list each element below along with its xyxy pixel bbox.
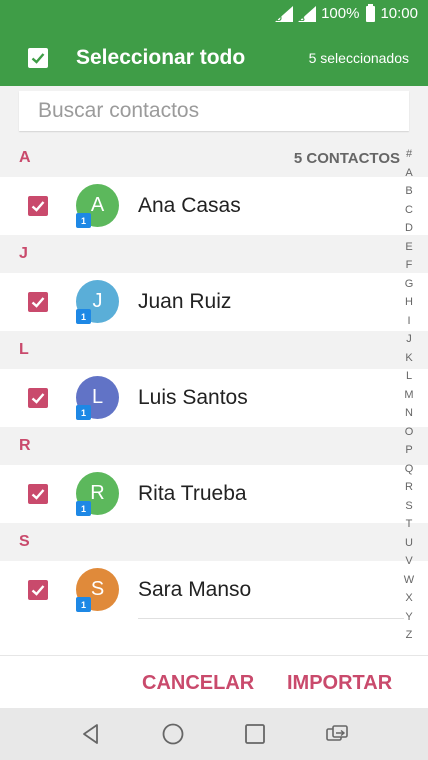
alphabet-index-item[interactable]: R [405, 478, 413, 497]
cancel-button[interactable]: CANCELAR [142, 672, 254, 695]
contact-checkbox[interactable] [28, 388, 48, 408]
recents-icon[interactable] [242, 721, 268, 747]
app-bar: Seleccionar todo 5 seleccionados [0, 30, 428, 86]
alphabet-index-item[interactable]: X [405, 589, 412, 608]
sim-badge: 1 [76, 405, 91, 420]
contact-checkbox[interactable] [28, 484, 48, 504]
alphabet-index-item[interactable]: C [405, 201, 413, 220]
alphabet-index-item[interactable]: O [405, 423, 414, 442]
section-letter: J [19, 245, 28, 262]
sim-badge: 1 [76, 501, 91, 516]
alphabet-index-item[interactable]: Z [406, 626, 413, 645]
alphabet-index-item[interactable]: L [406, 367, 412, 386]
alphabet-index-item[interactable]: Y [405, 608, 412, 627]
checkmark-icon [31, 297, 45, 308]
alphabet-index-item[interactable]: F [406, 256, 413, 275]
back-icon[interactable] [78, 721, 104, 747]
list-item[interactable]: S 1 Sara Manso [0, 561, 404, 619]
page-title[interactable]: Seleccionar todo [76, 46, 245, 70]
contact-checkbox[interactable] [28, 580, 48, 600]
contact-name: Rita Trueba [138, 482, 247, 505]
search-input[interactable] [19, 91, 409, 131]
alphabet-index-item[interactable]: I [407, 312, 410, 331]
signal-sim2-icon: B [298, 5, 317, 23]
alphabet-index-item[interactable]: B [405, 182, 412, 201]
navigation-bar [0, 708, 428, 760]
alphabet-index[interactable]: # A B C D E F G H I J K L M N O P Q R S T U V W X Y Z [398, 145, 420, 645]
contact-name: Luis Santos [138, 386, 248, 409]
select-all-checkbox[interactable] [28, 48, 48, 68]
contacts-total: 5 CONTACTOS [293, 150, 400, 167]
alphabet-index-item[interactable]: S [405, 497, 412, 516]
checkmark-icon [31, 201, 45, 212]
status-bar-indicators: D B 100% 10:00 [275, 3, 418, 23]
checkmark-icon [31, 53, 45, 64]
contact-checkbox[interactable] [28, 196, 48, 216]
action-bar: CANCELAR IMPORTAR [0, 655, 428, 708]
section-letter: S [19, 533, 30, 550]
alphabet-index-item[interactable]: Q [405, 460, 414, 479]
section-header-j: J [0, 235, 428, 273]
contact-name: Ana Casas [138, 194, 241, 217]
section-header-l: L [0, 331, 428, 369]
sim-badge: 1 [76, 309, 91, 324]
alphabet-index-item[interactable]: # [406, 145, 412, 164]
contact-checkbox[interactable] [28, 292, 48, 312]
alphabet-index-item[interactable]: W [404, 571, 414, 590]
checkmark-icon [31, 393, 45, 404]
alphabet-index-item[interactable]: H [405, 293, 413, 312]
alphabet-index-item[interactable]: N [405, 404, 413, 423]
contact-name: Juan Ruiz [138, 290, 232, 313]
alphabet-index-item[interactable]: T [406, 515, 413, 534]
clock: 10:00 [380, 5, 418, 22]
alphabet-index-item[interactable]: J [406, 330, 412, 349]
alphabet-index-item[interactable]: V [405, 552, 412, 571]
sim-badge: 1 [76, 597, 91, 612]
checkmark-icon [31, 585, 45, 596]
contact-name: Sara Manso [138, 578, 252, 601]
alphabet-index-item[interactable]: G [405, 275, 414, 294]
status-bar: D B 100% 10:00 [0, 0, 428, 30]
list-item[interactable]: R 1 Rita Trueba [0, 465, 404, 523]
import-button[interactable]: IMPORTAR [287, 672, 392, 695]
battery-icon [366, 3, 376, 22]
signal-sim1-icon: D [275, 5, 294, 23]
selected-count: 5 seleccionados [308, 50, 409, 66]
list-item[interactable]: L 1 Luis Santos [0, 369, 404, 427]
list-item[interactable]: A 1 Ana Casas [0, 177, 404, 235]
checkmark-icon [31, 489, 45, 500]
alphabet-index-item[interactable]: A [405, 164, 412, 183]
section-letter: L [19, 341, 29, 358]
alphabet-index-item[interactable]: D [405, 219, 413, 238]
list-item[interactable]: J 1 Juan Ruiz [0, 273, 404, 331]
section-letter: R [19, 437, 31, 454]
switch-sim-icon[interactable] [324, 721, 350, 747]
alphabet-index-item[interactable]: P [405, 441, 412, 460]
alphabet-index-item[interactable]: U [405, 534, 413, 553]
home-icon[interactable] [160, 721, 186, 747]
alphabet-index-item[interactable]: E [405, 238, 412, 257]
alphabet-index-item[interactable]: K [405, 349, 412, 368]
sim-badge: 1 [76, 213, 91, 228]
section-letter: A [19, 149, 31, 166]
alphabet-index-item[interactable]: M [404, 386, 413, 405]
search-bar [0, 86, 428, 139]
section-header-a: A 5 CONTACTOS [0, 139, 428, 177]
section-header-r: R [0, 427, 428, 465]
section-header-s: S [0, 523, 428, 561]
battery-percent: 100% [321, 5, 360, 22]
divider [138, 618, 404, 619]
